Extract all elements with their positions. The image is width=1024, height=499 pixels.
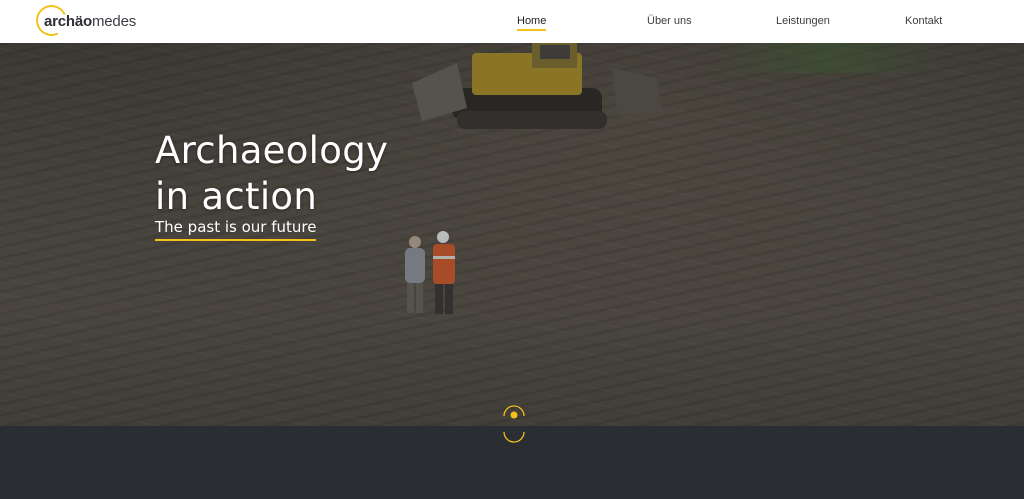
nav-item-home[interactable]: Home — [517, 15, 547, 31]
hero-section: Archaeology in action The past is our fu… — [0, 43, 1024, 426]
logo[interactable]: archäomedes — [31, 0, 137, 41]
nav-item-leistungen[interactable]: Leistungen — [776, 15, 830, 27]
scroll-down-icon[interactable] — [502, 403, 526, 445]
hero-overlay — [0, 43, 1024, 426]
nav-item-kontakt[interactable]: Kontakt — [905, 15, 942, 27]
nav-item-ueber-uns[interactable]: Über uns — [647, 15, 692, 27]
nav-active-underline — [517, 29, 547, 31]
hero-title: Archaeology in action — [155, 129, 389, 218]
logo-text: archäomedes — [44, 13, 137, 30]
site-header: archäomedes Home Über uns Leistungen Kon… — [0, 0, 1024, 43]
hero-subtitle: The past is our future — [155, 218, 317, 241]
